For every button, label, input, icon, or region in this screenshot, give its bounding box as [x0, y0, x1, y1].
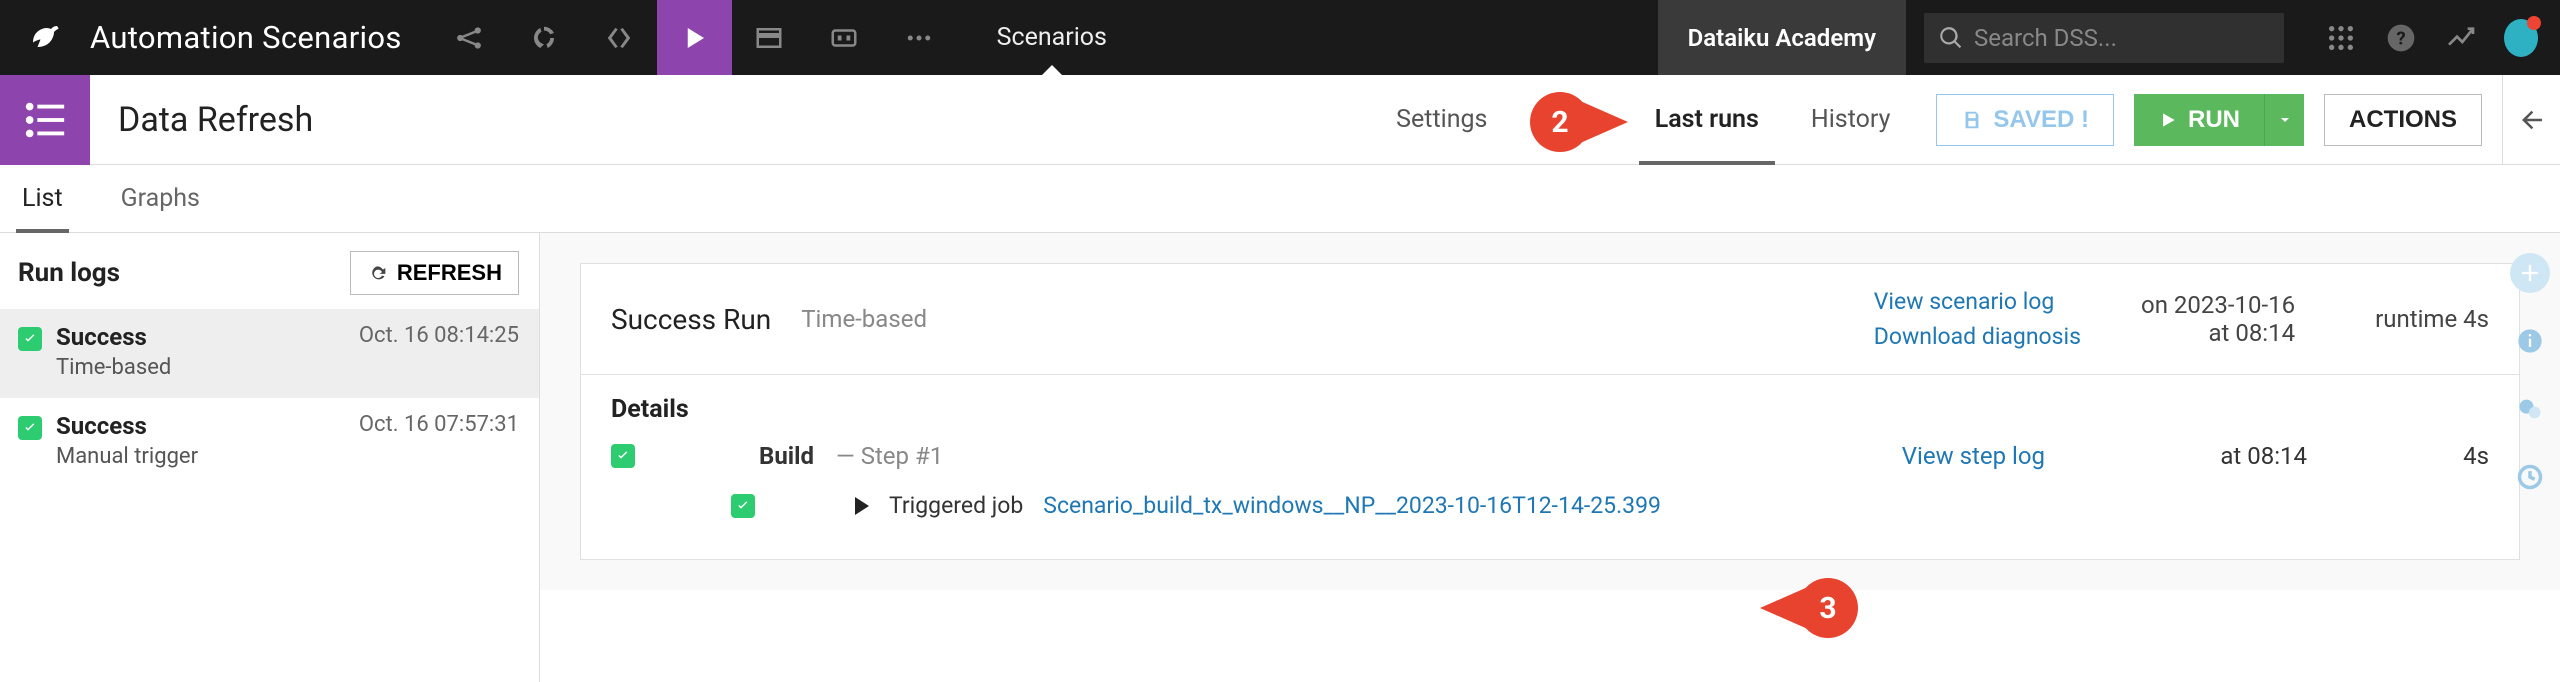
run-button-group: RUN: [2134, 94, 2304, 146]
svg-text:?: ?: [2396, 27, 2405, 49]
code-icon[interactable]: [582, 0, 657, 75]
global-search[interactable]: Search DSS...: [1924, 13, 2284, 63]
triggered-job-link[interactable]: Scenario_build_tx_windows__NP__2023-10-1…: [1043, 492, 1661, 519]
triggered-job-row: Triggered job Scenario_build_tx_windows_…: [611, 492, 2489, 519]
run-log-item[interactable]: Success Time-based Oct. 16 08:14:25: [0, 309, 539, 398]
run-date: on 2023-10-16: [2141, 291, 2295, 319]
main-area: Run logs REFRESH Success Time-based Oct.…: [0, 233, 2560, 682]
tab-settings[interactable]: Settings: [1370, 75, 1513, 165]
rail-history-button[interactable]: [2510, 457, 2550, 497]
search-placeholder: Search DSS...: [1974, 24, 2117, 52]
dashboards-icon[interactable]: [732, 0, 807, 75]
top-nav: Automation Scenarios Scenarios Dataiku A…: [0, 0, 2560, 75]
flow-icon[interactable]: [432, 0, 507, 75]
step-duration: 4s: [2389, 442, 2489, 470]
run-trigger: Time-based: [56, 355, 345, 380]
success-check-icon: [18, 416, 42, 440]
view-scenario-log-link[interactable]: View scenario log: [1874, 288, 2081, 315]
step-time: at 08:14: [2127, 442, 2307, 470]
academy-label[interactable]: Dataiku Academy: [1658, 0, 1906, 75]
chevron-down-icon: [2277, 112, 2293, 128]
lastruns-subtabs: List Graphs: [0, 165, 2560, 233]
run-trigger: Manual trigger: [56, 444, 345, 469]
topbar-utilities: ?: [2302, 21, 2560, 55]
run-time: Oct. 16 07:57:31: [359, 412, 519, 469]
notification-dot: [2527, 16, 2541, 30]
search-icon: [1938, 25, 1964, 51]
run-panel: Success Run Time-based View scenario log…: [580, 263, 2520, 560]
annotation-3: 3: [1760, 578, 1858, 638]
help-icon[interactable]: ?: [2384, 21, 2418, 55]
saved-indicator: SAVED !: [1936, 94, 2114, 146]
run-logs-header: Run logs REFRESH: [0, 233, 539, 309]
run-log-item[interactable]: Success Manual trigger Oct. 16 07:57:31: [0, 398, 539, 487]
refresh-icon: [367, 263, 387, 283]
triggered-label: Triggered job: [889, 492, 1023, 519]
user-avatar[interactable]: [2504, 21, 2538, 55]
download-diagnosis-link[interactable]: Download diagnosis: [1874, 323, 2081, 350]
actions-button[interactable]: ACTIONS: [2324, 94, 2482, 146]
run-time: Oct. 16 08:14:25: [359, 323, 519, 380]
subtab-list[interactable]: List: [18, 165, 67, 233]
triangle-icon: [855, 497, 869, 515]
run-title: Success Run: [611, 303, 771, 336]
rail-info-button[interactable]: [2510, 321, 2550, 361]
save-icon: [1961, 109, 1983, 131]
run-button[interactable]: RUN: [2134, 94, 2264, 146]
rail-add-button[interactable]: [2510, 253, 2550, 293]
rail-discussion-button[interactable]: [2510, 389, 2550, 429]
run-runtime: runtime 4s: [2375, 305, 2489, 333]
scenario-list-toggle[interactable]: [0, 75, 90, 165]
arrow-left-icon: [2517, 105, 2547, 135]
run-panel-header: Success Run Time-based View scenario log…: [581, 264, 2519, 375]
play-icon: [2158, 110, 2178, 130]
run-dropdown[interactable]: [2264, 94, 2304, 146]
success-check-icon: [18, 327, 42, 351]
scenario-header: Data Refresh Settings Steps Last runs Hi…: [0, 75, 2560, 165]
variables-icon[interactable]: [807, 0, 882, 75]
step-number: Step #1: [861, 442, 944, 470]
tab-history[interactable]: History: [1785, 75, 1917, 165]
content-outer: Success Run Time-based View scenario log…: [540, 233, 2560, 682]
run-trigger-type: Time-based: [801, 305, 927, 333]
view-step-log-link[interactable]: View step log: [1902, 442, 2045, 470]
back-button[interactable]: [2502, 75, 2560, 165]
apps-icon[interactable]: [2324, 21, 2358, 55]
subtab-graphs[interactable]: Graphs: [117, 165, 204, 233]
right-rail: [2500, 233, 2560, 682]
success-check-icon: [731, 494, 755, 518]
more-icon[interactable]: [882, 0, 957, 75]
success-check-icon: [611, 444, 635, 468]
run-panel-body: Details Build — Step #1 View step log at…: [581, 375, 2519, 559]
step-row: Build — Step #1 View step log at 08:14 4…: [611, 442, 2489, 470]
scenarios-icon[interactable]: [657, 0, 732, 75]
bird-icon: [27, 20, 63, 56]
run-status: Success: [56, 412, 345, 440]
run-logs-sidebar: Run logs REFRESH Success Time-based Oct.…: [0, 233, 540, 682]
dataiku-logo[interactable]: [0, 0, 90, 75]
details-heading: Details: [611, 395, 2489, 424]
lifecycle-icon[interactable]: [507, 0, 582, 75]
run-detail-content: Success Run Time-based View scenario log…: [540, 233, 2560, 590]
tab-last-runs[interactable]: Last runs: [1629, 75, 1785, 165]
run-time: at 08:14: [2141, 319, 2295, 347]
tab-scenarios[interactable]: Scenarios: [957, 0, 1147, 75]
activity-icon[interactable]: [2444, 21, 2478, 55]
annotation-2: 2: [1530, 92, 1628, 152]
refresh-button[interactable]: REFRESH: [350, 251, 519, 295]
run-status: Success: [56, 323, 345, 351]
step-name: Build: [759, 442, 814, 470]
run-logs-heading: Run logs: [18, 258, 120, 288]
scenario-tabs: Settings Steps Last runs History: [1370, 75, 1916, 165]
project-title[interactable]: Automation Scenarios: [90, 19, 432, 56]
scenario-name: Data Refresh: [90, 100, 313, 140]
